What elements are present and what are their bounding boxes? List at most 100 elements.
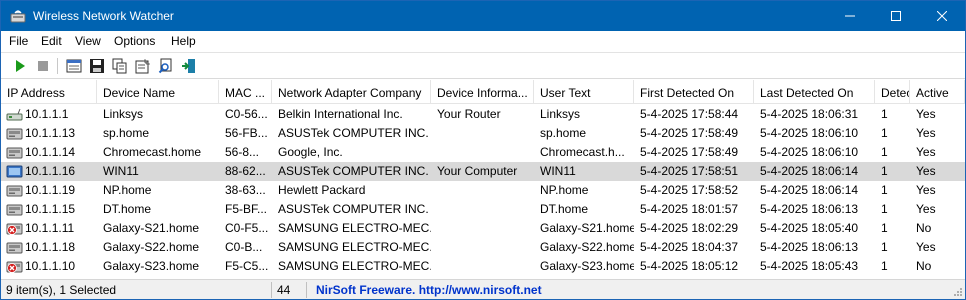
copy-button[interactable] [111,57,129,75]
maximize-icon [891,11,901,21]
cell-mac-address: 38-63... [225,183,266,197]
save-button[interactable] [88,57,106,75]
exit-button[interactable] [180,57,198,75]
ip-text: 10.1.1.15 [25,202,76,216]
ip-text: 10.1.1.16 [25,164,76,178]
cell-active: Yes [916,183,936,197]
properties-button[interactable] [134,57,152,75]
cell-mac-address: C0-B... [225,240,263,254]
cell-first-detected: 5-4-2025 17:58:49 [640,126,739,140]
cell-detection-count: 1 [881,164,888,178]
table-row[interactable]: 10.1.1.11 Galaxy-S21.home C0-F5... SAMSUNG … [1,219,965,238]
cell-user-text: Galaxy-S22.home [540,240,634,254]
table-row[interactable]: 10.1.1.16 WIN11 88-62... ASUSTek COMPUTER I… [1,162,965,181]
maximize-button[interactable] [873,1,919,31]
device-icon [6,146,23,159]
cell-device-name: Linksys [103,107,144,121]
cell-ip-address: 10.1.1.15 [1,200,97,219]
cell-device-information [431,238,534,257]
column-header-device-information[interactable]: Device Informa... [431,80,534,104]
cell-company: SAMSUNG ELECTRO-MEC... [278,259,431,273]
copy-icon [112,58,127,74]
column-header-ip-address[interactable]: IP Address [1,80,97,104]
status-item-count: 9 item(s), 1 Selected [6,283,117,297]
app-icon [10,8,26,24]
column-header-active[interactable]: Active [910,80,965,104]
ip-text: 10.1.1.19 [25,183,76,197]
menu-view[interactable]: View [75,34,101,48]
cell-device-information [431,181,534,200]
cell-company: SAMSUNG ELECTRO-MEC... [278,221,431,235]
cell-active: Yes [916,126,936,140]
column-header-detection-count[interactable]: Detec [875,80,910,104]
stop-icon [38,61,48,71]
device-list[interactable]: IP Address Device Name MAC ... Network A… [1,80,965,278]
cell-ip-address: 10.1.1.13 [1,124,97,143]
cell-first-detected: 5-4-2025 17:58:51 [640,164,739,178]
status-separator [306,282,307,298]
column-header-last-detected[interactable]: Last Detected On [754,80,875,104]
table-row[interactable]: 10.1.1.10 Galaxy-S23.home F5-C5... SAMSUNG … [1,257,965,276]
column-header-company[interactable]: Network Adapter Company [272,80,431,104]
table-row[interactable]: 10.1.1.19 NP.home 38-63... Hewlett Packard N… [1,181,965,200]
menu-file[interactable]: File [9,34,28,48]
cell-detection-count: 1 [881,126,888,140]
find-icon [158,58,172,74]
menu-bar: File Edit View Options Help [1,31,965,52]
html-report-button[interactable] [65,57,83,75]
cell-first-detected: 5-4-2025 17:58:44 [640,107,739,121]
cell-last-detected: 5-4-2025 18:06:31 [760,107,859,121]
cell-last-detected: 5-4-2025 18:05:43 [760,259,859,273]
cell-device-information [431,219,534,238]
cell-device-information [431,200,534,219]
cell-device-name: sp.home [103,126,150,140]
close-button[interactable] [919,1,965,31]
table-row[interactable]: 10.1.1.1 Linksys C0-56... Belkin Internatio… [1,105,965,124]
cell-first-detected: 5-4-2025 18:05:12 [640,259,739,273]
ip-text: 10.1.1.10 [25,259,76,273]
menu-options[interactable]: Options [114,34,155,48]
cell-device-information [431,124,534,143]
table-row[interactable]: 10.1.1.18 Galaxy-S22.home C0-B... SAMSUNG E… [1,238,965,257]
cell-first-detected: 5-4-2025 17:58:49 [640,145,739,159]
cell-active: Yes [916,145,936,159]
toolbar [1,52,965,79]
find-button[interactable] [157,57,175,75]
device-inactive-icon [6,222,23,235]
table-row[interactable]: 10.1.1.15 DT.home F5-BF... ASUSTek COMPUTER… [1,200,965,219]
table-row[interactable]: 10.1.1.13 sp.home 56-FB... ASUSTek COMPUTER… [1,124,965,143]
column-header-mac[interactable]: MAC ... [219,80,272,104]
menu-help[interactable]: Help [171,34,196,48]
start-button[interactable] [11,57,29,75]
stop-button[interactable] [34,57,52,75]
title-bar[interactable]: Wireless Network Watcher [1,1,965,31]
cell-mac-address: C0-F5... [225,221,269,235]
cell-device-name: DT.home [103,202,152,216]
cell-detection-count: 1 [881,221,888,235]
column-header-first-detected[interactable]: First Detected On [634,80,754,104]
resize-grip-icon[interactable] [953,287,963,297]
cell-mac-address: 56-8... [225,145,260,159]
cell-user-text: Chromecast.h... [540,145,625,159]
cell-device-information: Your Router [437,107,501,121]
ip-text: 10.1.1.14 [25,145,76,159]
nirsoft-link[interactable]: NirSoft Freeware. http://www.nirsoft.net [316,280,542,300]
cell-company: Belkin International Inc. [278,107,403,121]
cell-first-detected: 5-4-2025 18:04:37 [640,240,739,254]
column-header-user-text[interactable]: User Text [534,80,634,104]
column-header-device-name[interactable]: Device Name [97,80,219,104]
minimize-button[interactable] [827,1,873,31]
computer-icon [6,165,23,178]
cell-detection-count: 1 [881,183,888,197]
cell-active: Yes [916,240,936,254]
cell-ip-address: 10.1.1.18 [1,238,97,257]
cell-device-information [431,257,534,276]
cell-mac-address: F5-C5... [225,259,269,273]
menu-edit[interactable]: Edit [41,34,62,48]
table-row[interactable]: 10.1.1.14 Chromecast.home 56-8... Google, I… [1,143,965,162]
cell-last-detected: 5-4-2025 18:06:13 [760,240,859,254]
cell-ip-address: 10.1.1.16 [1,162,97,181]
cell-device-name: NP.home [103,183,152,197]
cell-device-information: Your Computer [437,164,518,178]
cell-ip-address: 10.1.1.1 [1,105,97,124]
